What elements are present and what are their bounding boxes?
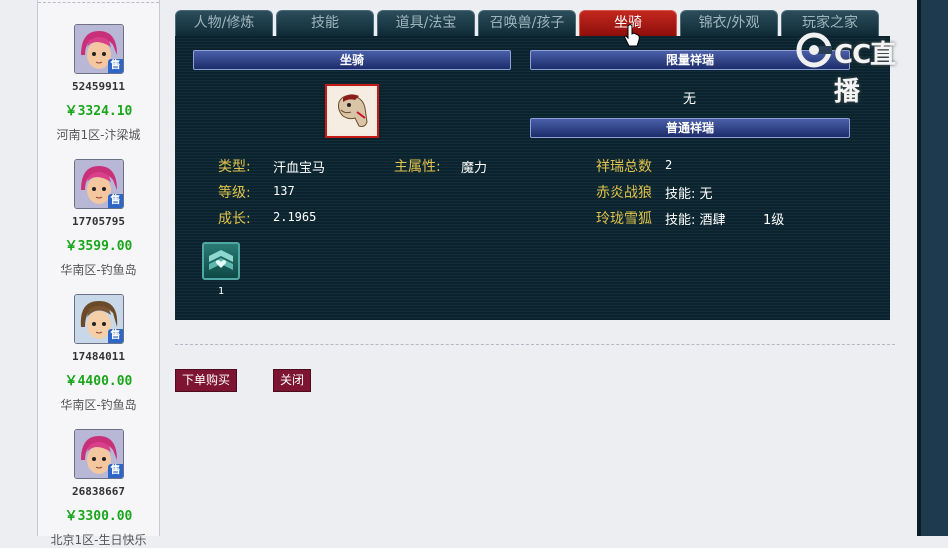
type-label: 类型: [218, 159, 251, 175]
seller-id: 17705795 [72, 215, 125, 228]
close-button[interactable]: 关闭 [273, 369, 311, 392]
mount-header: 坐骑 [193, 50, 511, 70]
price: ￥3300.00 [64, 509, 133, 524]
rui2-skill: 技能: 酒肆 [665, 213, 726, 228]
skill-count: 1 [217, 286, 225, 297]
rui2-level: 1级 [763, 213, 785, 228]
normal-header: 普通祥瑞 [530, 118, 850, 138]
cc-live-watermark: CC直播 [796, 32, 918, 107]
attr-label: 主属性: [394, 159, 441, 175]
growth-value: 2.1965 [273, 210, 317, 224]
level-value: 137 [273, 184, 295, 198]
price: ￥3324.10 [64, 104, 133, 119]
price: ￥3599.00 [64, 239, 133, 254]
left-gutter [0, 0, 37, 536]
type-value: 汗血宝马 [273, 161, 326, 176]
avatar[interactable]: 售 [74, 159, 124, 209]
mount-panel: 坐骑 限量祥瑞 无 普通祥瑞 类型: 汗血宝马 主属性: 魔力 等级: 137 … [175, 36, 890, 320]
sale-badge: 售 [108, 59, 123, 73]
server-name: 北京1区-生日快乐 [50, 533, 147, 547]
right-frame [917, 0, 948, 536]
cc-logo-icon [796, 32, 832, 68]
hand-cursor-icon [624, 24, 640, 47]
level-label: 等级: [218, 185, 251, 201]
watermark-text: CC直播 [834, 40, 896, 107]
price: ￥4400.00 [64, 374, 133, 389]
horse-mount-icon[interactable] [325, 84, 379, 138]
listing-sidebar: 售 52459911 ￥3324.10 河南1区-汴梁城 售 17705795 … [37, 0, 160, 547]
rui2-name: 玲珑雪狐 [596, 211, 652, 227]
limited-value: 无 [683, 92, 697, 107]
seller-id: 26838667 [72, 485, 125, 498]
tab-skills[interactable]: 技能 [276, 10, 374, 36]
sale-badge: 售 [108, 329, 123, 343]
total-value: 2 [665, 158, 673, 172]
rui1-skill: 技能: 无 [665, 187, 713, 202]
avatar[interactable]: 售 [74, 294, 124, 344]
sale-badge: 售 [108, 194, 123, 208]
seller-id: 17484011 [72, 350, 125, 363]
detail-tabs: 人物/修炼 技能 道具/法宝 召唤兽/孩子 坐骑 锦衣/外观 玩家之家 [175, 10, 890, 36]
tab-character[interactable]: 人物/修炼 [175, 10, 273, 36]
tab-outfits[interactable]: 锦衣/外观 [680, 10, 778, 36]
seller-id: 52459911 [72, 80, 125, 93]
order-button[interactable]: 下单购买 [175, 369, 237, 392]
attr-value: 魔力 [461, 161, 488, 176]
server-name: 华南区-钓鱼岛 [60, 263, 137, 277]
server-name: 华南区-钓鱼岛 [60, 398, 137, 412]
sidebar-divider [38, 2, 159, 3]
growth-label: 成长: [218, 211, 251, 227]
avatar[interactable]: 售 [74, 24, 124, 74]
content-divider [175, 344, 895, 345]
rui1-name: 赤炎战狼 [596, 185, 652, 201]
mount-skill-icon[interactable] [202, 242, 240, 280]
server-name: 河南1区-汴梁城 [56, 128, 141, 142]
avatar[interactable]: 售 [74, 429, 124, 479]
total-label: 祥瑞总数 [596, 159, 652, 175]
tab-items[interactable]: 道具/法宝 [377, 10, 475, 36]
tab-summons[interactable]: 召唤兽/孩子 [478, 10, 576, 36]
sale-badge: 售 [108, 464, 123, 478]
